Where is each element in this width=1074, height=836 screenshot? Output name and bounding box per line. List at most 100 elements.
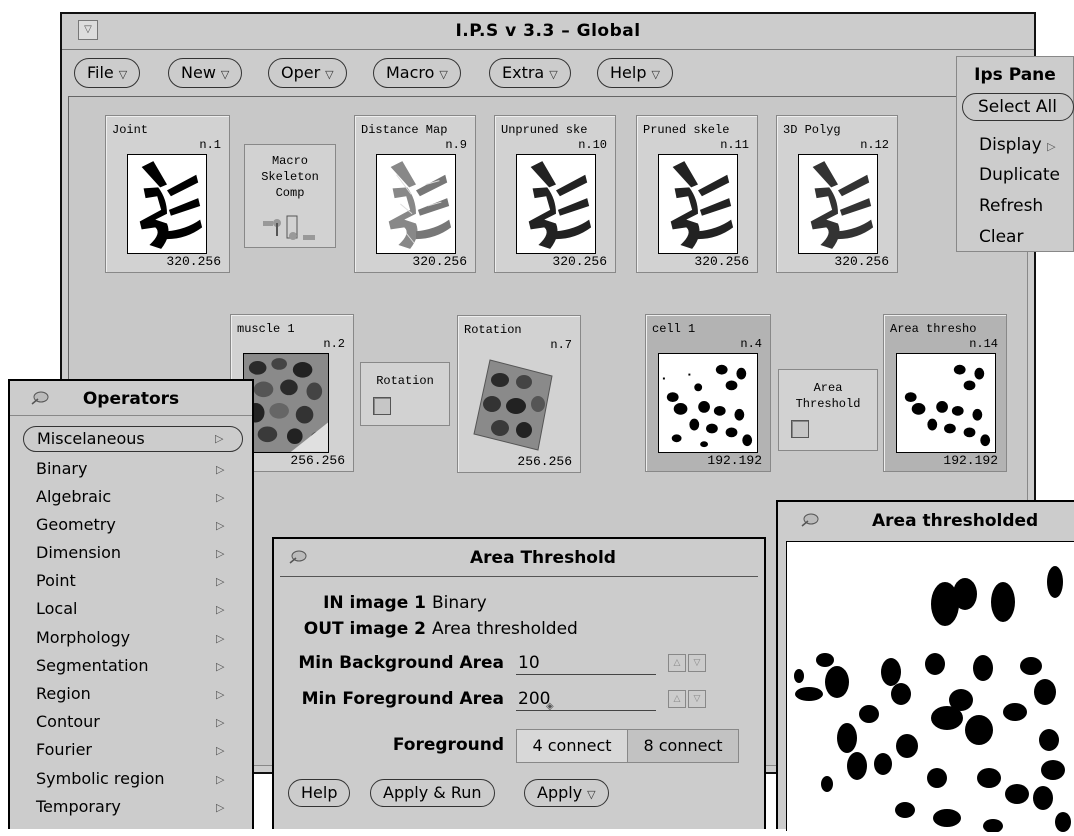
min-foreground-underline xyxy=(516,710,656,711)
area-threshold-operator[interactable]: Area Threshold xyxy=(778,369,878,451)
pushpin-icon[interactable] xyxy=(800,512,820,528)
menu-help-button[interactable]: Help ▽ xyxy=(597,58,673,88)
tile-name: cell 1 xyxy=(652,322,696,336)
tile-size: 192.192 xyxy=(707,453,762,468)
operators-item-geometry[interactable]: Geometry xyxy=(36,515,116,534)
chevron-right-icon: ▷ xyxy=(215,432,224,445)
chevron-right-icon: ▷ xyxy=(216,603,225,616)
pushpin-icon[interactable] xyxy=(288,549,308,565)
tile-name: Unpruned ske xyxy=(501,123,588,137)
image-tile-distance-map[interactable]: Distance Map n.9 320.256 xyxy=(354,115,476,273)
min-foreground-increment[interactable]: △ xyxy=(668,690,686,708)
chevron-right-icon: ▷ xyxy=(216,463,225,476)
area-thresholded-window: Area thresholded xyxy=(776,500,1074,833)
image-tile-3d-polygon[interactable]: 3D Polyg n.12 320.256 xyxy=(776,115,898,273)
apply-run-button[interactable]: Apply & Run xyxy=(370,779,495,807)
min-background-increment[interactable]: △ xyxy=(668,654,686,672)
rotation-operator-checkbox[interactable] xyxy=(373,397,391,415)
pane-item-clear[interactable]: Clear xyxy=(979,227,1023,247)
operators-item-symbolic-region[interactable]: Symbolic region xyxy=(36,769,165,788)
image-tile-rotation[interactable]: Rotation n.7 256.256 xyxy=(457,315,581,473)
min-foreground-decrement[interactable]: ▽ xyxy=(688,690,706,708)
image-tile-joint[interactable]: Joint n.1 320.256 xyxy=(105,115,230,273)
menu-oper-label: Oper xyxy=(281,63,321,82)
operators-item-label: Symbolic region xyxy=(36,769,165,788)
area-thresholded-title: Area thresholded xyxy=(872,511,1039,531)
area-operator-checkbox[interactable] xyxy=(791,420,809,438)
chevron-down-icon: ▽ xyxy=(549,68,558,81)
operators-item-local[interactable]: Local xyxy=(36,599,77,618)
operators-item-fourier[interactable]: Fourier xyxy=(36,740,92,759)
operators-item-label: Geometry xyxy=(36,515,116,534)
pane-item-display[interactable]: Display ▷ xyxy=(979,135,1056,155)
operators-item-segmentation[interactable]: Segmentation xyxy=(36,656,148,675)
foreground-label: Foreground xyxy=(392,735,504,755)
thumbnail-distance-map xyxy=(376,154,456,254)
tile-size: 256.256 xyxy=(290,453,345,468)
chevron-right-icon: ▷ xyxy=(216,632,225,645)
operators-item-point[interactable]: Point xyxy=(36,571,76,590)
image-tile-pruned-skeleton[interactable]: Pruned skele n.11 320.256 xyxy=(636,115,758,273)
image-tile-area-threshold[interactable]: Area thresho n.14 192.192 xyxy=(883,314,1007,472)
macro-skeleton-operator[interactable]: Macro Skeleton Comp xyxy=(244,144,336,248)
min-background-input[interactable]: 10 xyxy=(518,653,540,673)
apply-button[interactable]: Apply ▽ xyxy=(524,779,609,807)
tile-number: n.12 xyxy=(860,138,889,152)
operators-item-label: Point xyxy=(36,571,76,590)
window-title: I.P.S v 3.3 – Global xyxy=(455,21,641,41)
chevron-down-icon: ▽ xyxy=(118,68,128,81)
help-button[interactable]: Help xyxy=(288,779,351,807)
macro-diagram-icon xyxy=(263,215,315,240)
pane-item-select-all[interactable]: Select All xyxy=(962,93,1074,121)
operators-item-label: Morphology xyxy=(36,628,131,647)
thumbnail-area-threshold xyxy=(896,353,996,453)
min-background-underline xyxy=(516,674,656,675)
operators-item-miscelaneous[interactable]: Miscelaneous ▷ xyxy=(23,426,243,452)
thumbnail-muscle xyxy=(243,353,329,453)
operators-item-morphology[interactable]: Morphology xyxy=(36,628,130,647)
ips-pane-title: Ips Pane xyxy=(974,65,1056,85)
min-background-label: Min Background Area xyxy=(298,653,504,673)
apply-button-label: Apply xyxy=(537,783,583,802)
operators-item-label: Fourier xyxy=(36,740,93,759)
thumbnail-cell xyxy=(658,353,758,453)
tile-number: n.7 xyxy=(550,338,572,352)
chevron-right-icon: ▷ xyxy=(216,801,225,814)
area-operator-label-line2: Threshold xyxy=(795,397,861,411)
pane-item-duplicate[interactable]: Duplicate xyxy=(979,165,1060,185)
tile-size: 320.256 xyxy=(834,254,889,269)
menu-macro-button[interactable]: Macro ▽ xyxy=(373,58,461,88)
menu-file-label: File xyxy=(87,63,114,82)
tile-name: Area thresho xyxy=(890,322,977,336)
image-tile-unpruned-skeleton[interactable]: Unpruned ske n.10 320.256 xyxy=(494,115,616,273)
operators-item-contour[interactable]: Contour xyxy=(36,712,100,731)
foreground-8-connect-option[interactable]: 8 connect xyxy=(627,729,739,763)
rotation-operator[interactable]: Rotation xyxy=(360,362,450,426)
menu-oper-button[interactable]: Oper ▽ xyxy=(268,58,347,88)
menu-file-button[interactable]: File ▽ xyxy=(74,58,141,88)
main-titlebar[interactable]: ▽ I.P.S v 3.3 – Global xyxy=(62,14,1034,50)
pane-item-refresh[interactable]: Refresh xyxy=(979,196,1043,216)
operators-item-temporary[interactable]: Temporary xyxy=(36,797,121,816)
operators-item-binary[interactable]: Binary xyxy=(36,459,87,478)
menu-new-button[interactable]: New ▽ xyxy=(168,58,243,88)
operators-item-label: Temporary xyxy=(36,797,121,816)
operators-item-dimension[interactable]: Dimension xyxy=(36,543,121,562)
menu-extra-button[interactable]: Extra ▽ xyxy=(489,58,571,88)
macro-label-line3: Comp xyxy=(275,186,305,200)
foreground-4-connect-option[interactable]: 4 connect xyxy=(516,729,628,763)
operators-item-algebraic[interactable]: Algebraic xyxy=(36,487,111,506)
chevron-right-icon: ▷ xyxy=(216,660,225,673)
operators-item-label: Contour xyxy=(36,712,100,731)
area-thresholded-image xyxy=(786,541,1074,833)
operators-item-region[interactable]: Region xyxy=(36,684,91,703)
image-tile-cell[interactable]: cell 1 n.4 192.192 xyxy=(645,314,771,472)
tile-size: 320.256 xyxy=(552,254,607,269)
tile-name: Joint xyxy=(112,123,149,137)
operators-item-label: Segmentation xyxy=(36,656,149,675)
chevron-down-icon: ▽ xyxy=(439,68,448,81)
min-background-decrement[interactable]: ▽ xyxy=(688,654,706,672)
menu-extra-label: Extra xyxy=(502,63,545,82)
tile-name: Rotation xyxy=(464,323,522,337)
min-foreground-label: Min Foreground Area xyxy=(301,689,504,709)
